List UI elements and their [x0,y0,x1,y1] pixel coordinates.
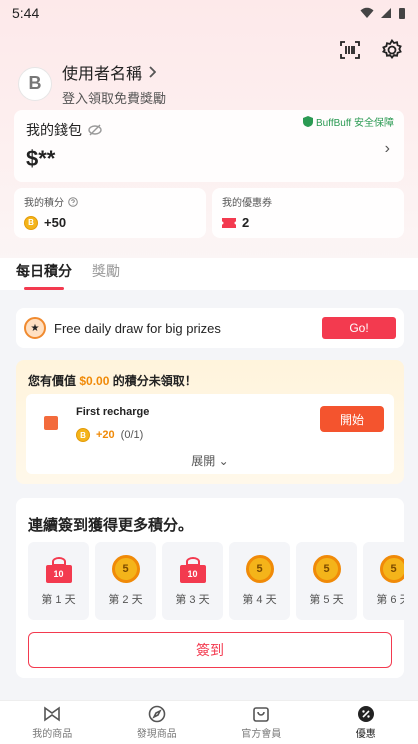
points-card[interactable]: 我的積分 B +50 [14,188,206,238]
signin-button[interactable]: 簽到 [28,632,392,668]
username: 使用者名稱 [62,66,143,83]
go-button[interactable]: Go! [322,317,396,339]
signal-icon [381,8,391,18]
nav-membership[interactable]: 官方會員 [209,701,314,744]
checkin-day: 10 第 1 天 [28,542,89,620]
bottom-nav: 我的商品 發現商品 官方會員 優惠 [0,700,418,744]
checkin-days: 10 第 1 天 5 第 2 天 10 第 3 天 5 第 4 天 5 第 5 … [28,542,404,620]
unclaimed-suffix: 的積分未領取！ [112,374,197,388]
tab-rewards[interactable]: 獎勵 [92,258,120,290]
wallet-amount: $** [26,146,56,171]
task-progress: (0/1) [120,429,144,441]
avatar[interactable]: B [18,66,52,101]
nav-my-items[interactable]: 我的商品 [0,701,105,744]
day-label: 第 3 天 [175,594,210,606]
main-content: ★ Free daily draw for big prizes Go! 您有價… [0,292,418,700]
expand-toggle[interactable]: 展開 ⌄ [26,452,394,469]
header-actions [338,38,404,62]
points-label: 我的積分 [24,198,64,209]
task-item: First recharge B +20 (0/1) 開始 展開 ⌄ [26,394,394,474]
gift-icon: 10 [44,555,74,583]
points-value: +50 [44,215,67,230]
bag-icon [253,707,270,722]
coupons-label: 我的優惠券 [222,198,272,209]
status-bar: 5:44 [0,0,418,26]
checkin-day: 5 第 5 天 [296,542,357,620]
day-reward: 10 [45,565,72,583]
coin-icon: 5 [312,555,341,583]
compass-icon [148,705,166,723]
security-badge-label: BuffBuff 安全保障 [316,118,394,129]
help-icon[interactable] [68,196,78,207]
bowtie-icon [44,706,61,722]
coupon-icon [222,217,236,228]
eye-off-icon[interactable] [88,124,102,136]
login-hint: 登入領取免費獎勵 [62,91,167,106]
wallet-card[interactable]: 我的錢包 $** BuffBuff 安全保障 › [14,110,404,182]
checkin-day: 5 第 4 天 [229,542,290,620]
start-button[interactable]: 開始 [320,406,384,432]
nav-label: 優惠 [355,729,376,740]
wallet-title: 我的錢包 [26,122,82,138]
bag-icon [44,416,58,430]
nav-label: 發現商品 [136,729,177,740]
coin-icon: 5 [111,555,140,583]
coin-icon: B [24,215,38,230]
task-reward: +20 [96,429,115,441]
day-label: 第 2 天 [108,594,143,606]
gift-icon: 10 [178,555,208,583]
gear-icon[interactable] [380,38,404,62]
daily-draw-banner[interactable]: ★ Free daily draw for big prizes Go! [16,308,404,348]
nav-label: 我的商品 [32,729,73,740]
day-label: 第 6 天 [376,594,404,606]
tab-bar: 每日積分 獎勵 [0,258,418,290]
unclaimed-prefix: 您有價值 [28,374,77,388]
coin-icon: 5 [245,555,274,583]
unclaimed-amount: $0.00 [79,374,110,388]
checkin-title: 連續簽到獲得更多積分。 [28,517,194,534]
nav-offers[interactable]: 優惠 [314,701,418,744]
profile-section[interactable]: B 使用者名稱 登入領取免費獎勵 [18,60,166,107]
checkin-card: 連續簽到獲得更多積分。 10 第 1 天 5 第 2 天 10 第 3 天 5 … [16,498,404,678]
day-reward: 10 [179,565,206,583]
chevron-down-icon: ⌄ [218,454,229,468]
security-badge: BuffBuff 安全保障 [303,114,394,129]
day-label: 第 4 天 [242,594,277,606]
coin-icon: B [76,428,90,442]
checkin-day: 5 第 6 天 [363,542,404,620]
task-name: First recharge [76,406,150,418]
battery-icon [399,7,405,19]
status-time: 5:44 [12,5,40,21]
daily-draw-text: Free daily draw for big prizes [54,320,221,336]
coupons-card[interactable]: 我的優惠券 2 [212,188,404,238]
tab-daily-points[interactable]: 每日積分 [16,258,72,290]
prize-wheel-icon: ★ [24,317,46,339]
chevron-right-icon [149,66,157,78]
unclaimed-points-card: 您有價值 $0.00 的積分未領取！ First recharge B +20 … [16,360,404,484]
shield-icon [303,116,313,127]
checkin-day: 5 第 2 天 [95,542,156,620]
coin-icon: 5 [379,555,404,583]
chevron-right-icon[interactable]: › [385,140,390,158]
day-label: 第 5 天 [309,594,344,606]
checkin-day: 10 第 3 天 [162,542,223,620]
nav-discover[interactable]: 發現商品 [105,701,210,744]
expand-label: 展開 [191,454,216,468]
coupons-value: 2 [242,215,250,230]
discount-icon [357,706,374,722]
nav-label: 官方會員 [241,729,282,740]
day-label: 第 1 天 [41,594,76,606]
wifi-icon [360,7,374,18]
scan-icon[interactable] [338,38,362,62]
